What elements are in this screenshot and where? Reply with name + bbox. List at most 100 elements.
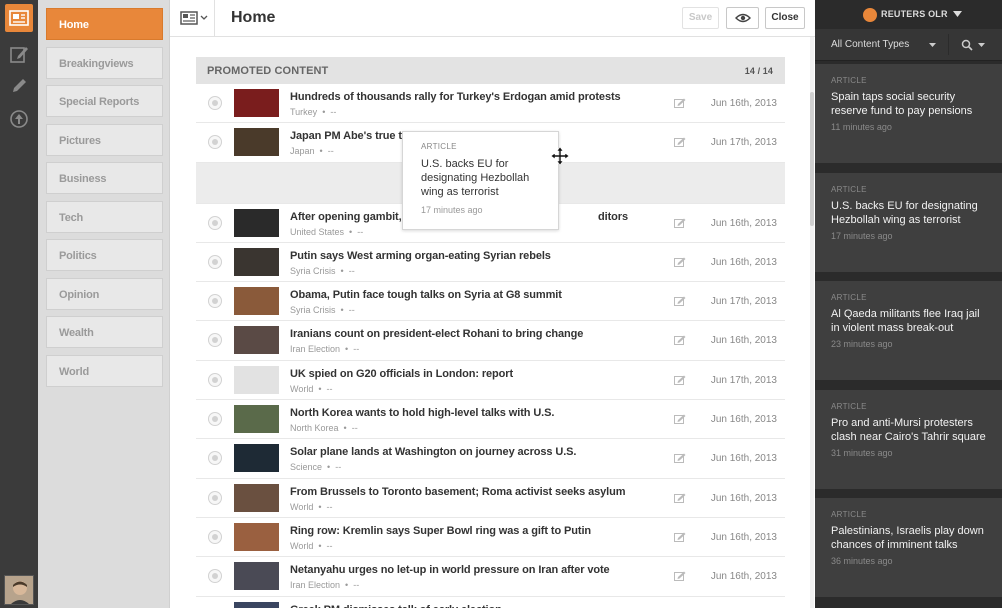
select-radio[interactable] <box>208 215 222 230</box>
row-tag[interactable]: Iran Election <box>290 344 340 354</box>
row-tag[interactable]: Turkey <box>290 107 317 117</box>
section-world[interactable]: World <box>46 354 163 387</box>
row-title[interactable]: Iranians count on president-elect Rohani… <box>290 328 583 340</box>
chevron-down-icon[interactable] <box>953 11 962 17</box>
select-radio[interactable] <box>208 372 222 387</box>
content-list-icon[interactable] <box>5 4 33 32</box>
section-business[interactable]: Business <box>46 162 163 194</box>
table-row[interactable]: Solar plane lands at Washington on journ… <box>196 439 785 479</box>
row-title[interactable]: Greek PM dismisses talk of early electio… <box>290 604 502 608</box>
meta-dash: -- <box>353 344 360 355</box>
pencil-icon[interactable] <box>5 72 33 100</box>
compose-icon[interactable] <box>5 40 33 68</box>
section-wealth[interactable]: Wealth <box>46 316 163 348</box>
preview-button[interactable] <box>726 7 759 29</box>
table-row[interactable]: Greek PM dismisses talk of early electio… <box>196 597 785 608</box>
content-type-select[interactable]: All Content Types <box>815 29 948 60</box>
section-politics[interactable]: Politics <box>46 239 163 271</box>
edit-icon[interactable] <box>674 493 686 503</box>
section-pictures[interactable]: Pictures <box>46 123 163 156</box>
edit-icon[interactable] <box>674 375 686 385</box>
select-radio[interactable] <box>208 569 222 584</box>
row-title[interactable]: From Brussels to Toronto basement; Roma … <box>290 486 626 498</box>
row-tag[interactable]: World <box>290 502 313 512</box>
table-row[interactable]: Netanyahu urges no let-up in world press… <box>196 557 785 597</box>
select-radio[interactable] <box>208 412 222 427</box>
card-title[interactable]: Palestinians, Israelis play down chances… <box>831 524 986 552</box>
feed-brand[interactable]: REUTERS OLR <box>881 9 948 19</box>
row-title[interactable]: Ring row: Kremlin says Super Bowl ring w… <box>290 525 591 537</box>
card-title[interactable]: Pro and anti-Mursi protesters clash near… <box>831 416 986 444</box>
drag-preview-card[interactable]: ARTICLE U.S. backs EU for designating He… <box>402 131 559 230</box>
row-title[interactable]: North Korea wants to hold high-level tal… <box>290 407 554 419</box>
select-radio[interactable] <box>208 96 222 110</box>
row-tag[interactable]: Syria Crisis <box>290 305 336 315</box>
row-title[interactable]: After opening gambit, I <box>290 211 408 223</box>
edit-icon[interactable] <box>674 414 686 425</box>
row-title[interactable]: Japan PM Abe's true test <box>290 130 418 142</box>
card-kind: ARTICLE <box>831 76 867 85</box>
select-radio[interactable] <box>208 333 222 348</box>
avatar[interactable] <box>4 575 34 605</box>
row-tag[interactable]: Syria Crisis <box>290 266 336 276</box>
row-title[interactable]: Netanyahu urges no let-up in world press… <box>290 564 610 576</box>
select-radio[interactable] <box>208 451 222 466</box>
row-tag[interactable]: World <box>290 541 313 551</box>
edit-icon[interactable] <box>674 137 686 148</box>
section-opinion[interactable]: Opinion <box>46 277 163 310</box>
meta-dash: -- <box>330 107 337 117</box>
select-radio[interactable] <box>208 490 222 505</box>
feed-card[interactable]: ARTICLE Palestinians, Israelis play down … <box>815 498 1002 597</box>
card-title[interactable]: Al Qaeda militants flee Iraq jail in vio… <box>831 307 986 335</box>
section-tech[interactable]: Tech <box>46 200 163 233</box>
row-tag[interactable]: World <box>290 384 313 394</box>
edit-icon[interactable] <box>674 257 686 267</box>
edit-icon[interactable] <box>674 335 686 346</box>
row-tag[interactable]: United States <box>290 227 344 237</box>
chevron-down-icon <box>929 43 936 47</box>
edit-icon[interactable] <box>674 296 686 307</box>
select-radio[interactable] <box>208 254 222 269</box>
row-date: Jun 16th, 2013 <box>710 335 777 347</box>
table-row[interactable]: Obama, Putin face tough talks on Syria a… <box>196 282 785 322</box>
edit-icon[interactable] <box>674 218 686 228</box>
feed-card[interactable]: ARTICLE Pro and anti-Mursi protesters cla… <box>815 389 1002 489</box>
row-title[interactable]: UK spied on G20 officials in London: rep… <box>290 368 513 380</box>
row-tag[interactable]: Iran Election <box>290 580 340 590</box>
table-row[interactable]: North Korea wants to hold high-level tal… <box>196 400 785 440</box>
select-radio[interactable] <box>208 294 222 309</box>
feed-card[interactable]: ARTICLE U.S. backs EU for designating Hez… <box>815 172 1002 272</box>
row-title[interactable]: Putin says West arming organ-eating Syri… <box>290 250 551 262</box>
table-row[interactable]: UK spied on G20 officials in London: rep… <box>196 361 785 401</box>
section-breakingviews[interactable]: Breakingviews <box>46 46 163 79</box>
upload-icon[interactable] <box>5 105 33 133</box>
table-row[interactable]: Ring row: Kremlin says Super Bowl ring w… <box>196 518 785 558</box>
row-title[interactable]: Obama, Putin face tough talks on Syria a… <box>290 289 562 301</box>
table-row[interactable]: From Brussels to Toronto basement; Roma … <box>196 479 785 518</box>
select-radio[interactable] <box>208 529 222 544</box>
row-title[interactable]: Hundreds of thousands rally for Turkey's… <box>290 91 621 103</box>
card-title[interactable]: Spain taps social security reserve fund … <box>831 90 986 118</box>
table-row[interactable]: Hundreds of thousands rally for Turkey's… <box>196 84 785 124</box>
save-button[interactable]: Save <box>682 7 719 29</box>
table-row[interactable]: Iranians count on president-elect Rohani… <box>196 321 785 361</box>
row-tag[interactable]: Japan <box>290 146 315 156</box>
table-row[interactable]: Putin says West arming organ-eating Syri… <box>196 243 785 283</box>
section-special-reports[interactable]: Special Reports <box>46 85 163 117</box>
row-tag[interactable]: North Korea <box>290 423 339 433</box>
close-button[interactable]: Close <box>765 7 805 29</box>
row-tag[interactable]: Science <box>290 462 322 472</box>
feed-search-button[interactable] <box>961 38 991 52</box>
card-title[interactable]: U.S. backs EU for designating Hezbollah … <box>831 199 986 227</box>
scrollbar-thumb[interactable] <box>810 92 814 226</box>
edit-icon[interactable] <box>674 571 686 582</box>
edit-icon[interactable] <box>674 98 686 108</box>
row-title[interactable]: Solar plane lands at Washington on journ… <box>290 446 576 458</box>
section-home[interactable]: Home <box>46 8 163 40</box>
edit-icon[interactable] <box>674 532 686 542</box>
feed-card[interactable]: ARTICLE Spain taps social security reserv… <box>815 64 1002 163</box>
view-toggle-button[interactable] <box>180 10 210 26</box>
select-radio[interactable] <box>208 135 222 150</box>
edit-icon[interactable] <box>674 453 686 464</box>
feed-card[interactable]: ARTICLE Al Qaeda militants flee Iraq jail… <box>815 281 1002 380</box>
